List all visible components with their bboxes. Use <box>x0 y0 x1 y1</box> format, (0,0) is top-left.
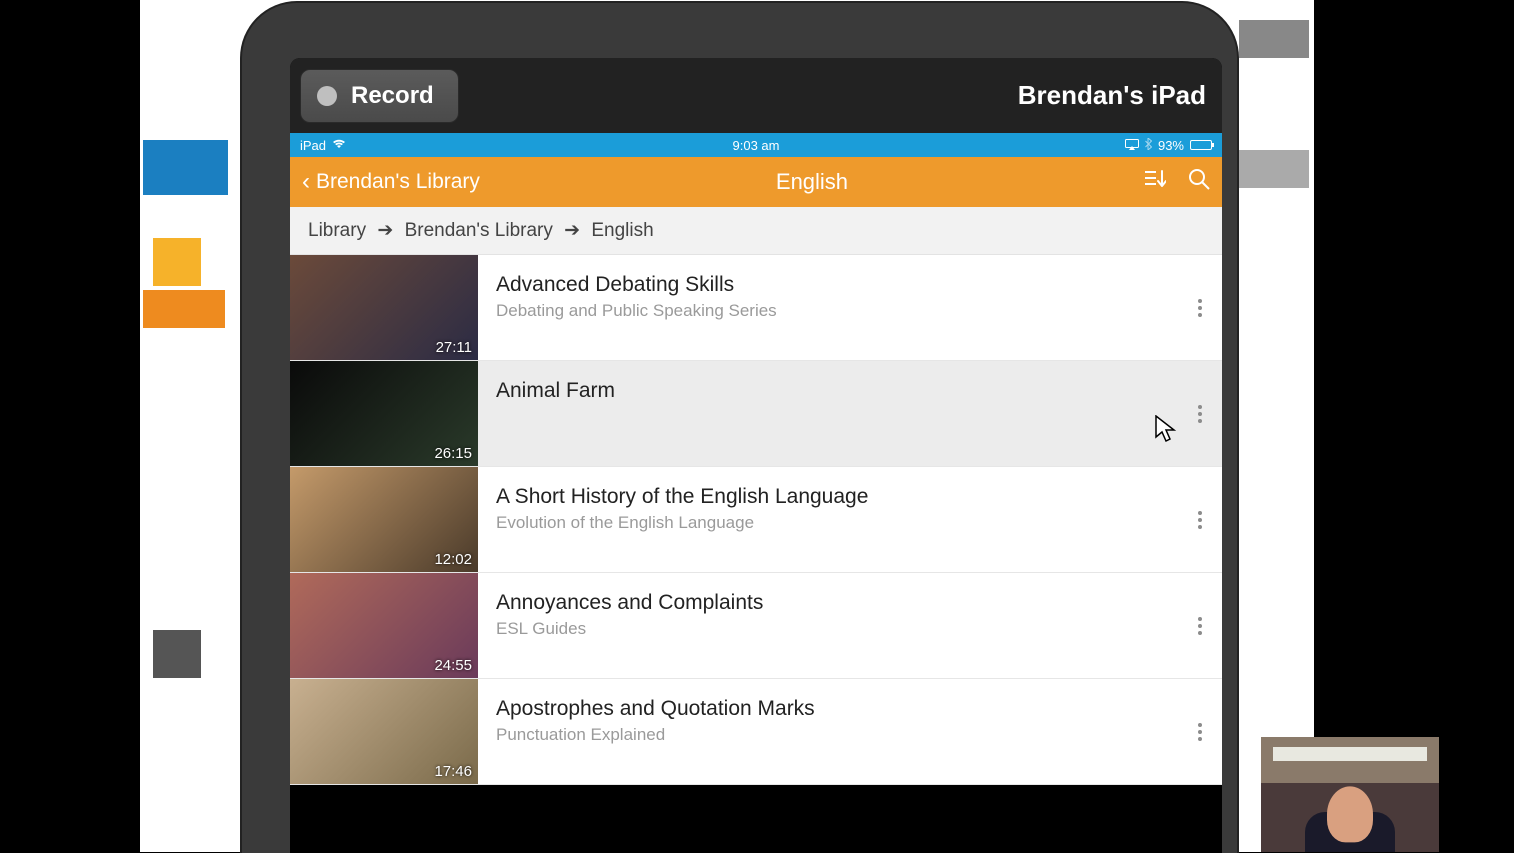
sort-button[interactable] <box>1144 169 1166 195</box>
more-button[interactable] <box>1178 361 1222 466</box>
record-button[interactable]: Record <box>300 69 459 123</box>
page-title: English <box>480 169 1144 195</box>
breadcrumb-level2: English <box>591 220 653 241</box>
battery-percent: 93% <box>1158 138 1184 153</box>
video-subtitle: Punctuation Explained <box>496 725 1166 745</box>
back-button-label: Brendan's Library <box>316 170 480 194</box>
video-title: Advanced Debating Skills <box>496 273 1166 297</box>
video-row[interactable]: 24:55 Annoyances and Complaints ESL Guid… <box>290 573 1222 679</box>
video-title: A Short History of the English Language <box>496 485 1166 509</box>
back-button[interactable]: ‹ Brendan's Library <box>302 170 480 194</box>
more-vert-icon <box>1198 299 1202 317</box>
letterbox-right <box>1314 0 1514 852</box>
video-subtitle: Debating and Public Speaking Series <box>496 301 1166 321</box>
bluetooth-icon <box>1145 138 1152 153</box>
more-vert-icon <box>1198 617 1202 635</box>
video-subtitle: Evolution of the English Language <box>496 513 1166 533</box>
more-button[interactable] <box>1178 467 1222 572</box>
video-thumbnail: 17:46 <box>290 679 478 784</box>
more-vert-icon <box>1198 511 1202 529</box>
video-duration: 27:11 <box>436 339 472 356</box>
wifi-icon <box>332 138 346 152</box>
video-title: Animal Farm <box>496 379 1166 403</box>
mirroring-overlay-bar: Record Brendan's iPad <box>290 58 1222 133</box>
video-thumbnail: 12:02 <box>290 467 478 572</box>
ipad-screen: Record Brendan's iPad iPad 9:03 am 93% <box>290 58 1222 853</box>
arrow-right-icon: ➔ <box>564 220 580 241</box>
search-button[interactable] <box>1188 168 1210 196</box>
video-thumbnail: 26:15 <box>290 361 478 466</box>
breadcrumb: Library ➔ Brendan's Library ➔ English <box>290 207 1222 255</box>
video-row[interactable]: 27:11 Advanced Debating Skills Debating … <box>290 255 1222 361</box>
more-button[interactable] <box>1178 255 1222 360</box>
video-duration: 12:02 <box>434 551 472 568</box>
ipad-frame: Record Brendan's iPad iPad 9:03 am 93% <box>242 3 1237 853</box>
airplay-icon <box>1125 138 1139 153</box>
video-duration: 17:46 <box>434 763 472 780</box>
video-duration: 24:55 <box>434 657 472 674</box>
webcam-pip <box>1261 737 1439 852</box>
video-thumbnail: 27:11 <box>290 255 478 360</box>
more-button[interactable] <box>1178 679 1222 784</box>
video-row[interactable]: 12:02 A Short History of the English Lan… <box>290 467 1222 573</box>
video-list: 27:11 Advanced Debating Skills Debating … <box>290 255 1222 785</box>
breadcrumb-root[interactable]: Library <box>308 220 366 241</box>
video-title: Annoyances and Complaints <box>496 591 1166 615</box>
letterbox-left <box>0 0 140 852</box>
record-button-label: Record <box>351 82 434 110</box>
video-duration: 26:15 <box>434 445 472 462</box>
more-button[interactable] <box>1178 573 1222 678</box>
video-thumbnail: 24:55 <box>290 573 478 678</box>
status-time: 9:03 am <box>604 138 908 153</box>
battery-icon <box>1190 140 1212 150</box>
arrow-right-icon: ➔ <box>377 220 393 241</box>
video-subtitle: ESL Guides <box>496 619 1166 639</box>
record-dot-icon <box>317 86 337 106</box>
more-vert-icon <box>1198 405 1202 423</box>
device-name-label: Brendan's iPad <box>1018 80 1206 111</box>
status-device-label: iPad <box>300 138 326 153</box>
chevron-left-icon: ‹ <box>302 170 310 194</box>
app-header: ‹ Brendan's Library English <box>290 157 1222 207</box>
video-title: Apostrophes and Quotation Marks <box>496 697 1166 721</box>
more-vert-icon <box>1198 723 1202 741</box>
breadcrumb-level1[interactable]: Brendan's Library <box>405 220 553 241</box>
video-row[interactable]: 17:46 Apostrophes and Quotation Marks Pu… <box>290 679 1222 785</box>
ios-status-bar: iPad 9:03 am 93% <box>290 133 1222 157</box>
video-row[interactable]: 26:15 Animal Farm <box>290 361 1222 467</box>
